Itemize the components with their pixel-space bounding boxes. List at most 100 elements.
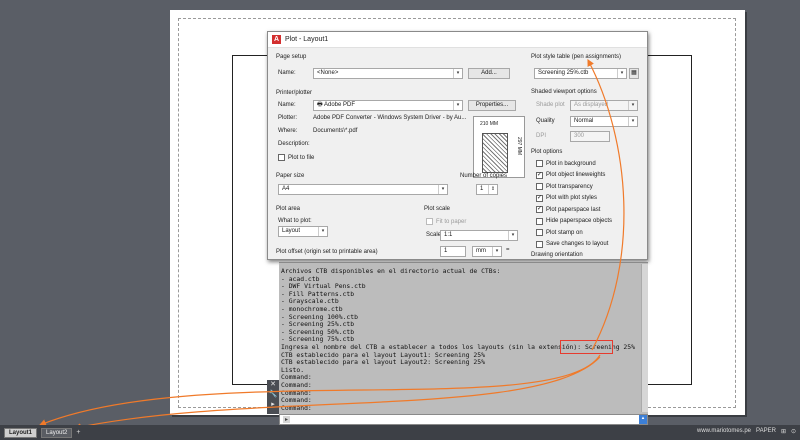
paper-size-heading: Paper size (276, 173, 305, 179)
plotter-label: Plotter: (278, 115, 298, 121)
fit-to-paper-checkbox[interactable]: Fit to paper (426, 218, 466, 225)
plot-option-label: Plot with plot styles (546, 195, 598, 201)
plot-dialog: A Plot - Layout1 Page setup Name: <None>… (267, 31, 648, 260)
page-setup-name-label: Name: (278, 70, 296, 76)
wrench-icon[interactable]: 🔧 (267, 390, 279, 400)
chevron-up-icon[interactable]: ▴ (639, 415, 647, 424)
plot-option-checkbox[interactable]: Plot transparency (536, 183, 593, 190)
plot-option-checkbox[interactable]: Plot stamp on (536, 229, 583, 236)
chevron-down-icon: ▾ (318, 227, 327, 236)
what-to-plot-label: What to plot: (278, 218, 312, 224)
printer-name-label: Name: (278, 102, 296, 108)
drawing-orientation-heading: Drawing orientation (531, 252, 583, 258)
dialog-title: Plot - Layout1 (285, 36, 329, 43)
plot-option-checkbox[interactable]: ✓ Plot with plot styles (536, 194, 598, 202)
chevron-down-icon: ▾ (453, 101, 462, 110)
scale-unit-value: mm (476, 248, 486, 254)
stepper-icon: ⇕ (488, 185, 497, 194)
command-line: Command: (281, 403, 312, 412)
paper-width-label: 210 MM (480, 121, 499, 127)
dpi-input[interactable]: 300 (570, 131, 610, 142)
quality-value: Normal (574, 118, 594, 124)
printer-name-select[interactable]: 🖶 Adobe PDF ▾ (313, 100, 463, 111)
properties-button[interactable]: Properties... (468, 100, 516, 111)
printer-heading: Printer/plotter (276, 90, 313, 96)
plot-area-heading: Plot area (276, 206, 301, 212)
chevron-down-icon: ▾ (617, 69, 626, 78)
scale-unit-select[interactable]: mm ▾ (472, 246, 502, 257)
tab-layout2[interactable]: Layout2 (41, 427, 73, 438)
checkbox-box (536, 183, 543, 190)
command-prompt-icon: ▸ (283, 416, 291, 423)
autocad-logo-icon: A (272, 35, 281, 44)
scale-equals: = (506, 247, 510, 253)
edit-table-icon: ▦ (631, 70, 637, 76)
paper-preview: 210 MM 297 MM (473, 116, 525, 178)
command-history-text: Archivos CTB disponibles en el directori… (279, 263, 648, 412)
page-setup-name-value: <None> (317, 70, 339, 76)
checkbox-box: ✓ (536, 206, 543, 213)
plot-scale-heading: Plot scale (424, 206, 451, 212)
plot-option-label: Plot paperspace last (546, 206, 601, 213)
chevron-down-icon: ▾ (453, 69, 462, 78)
checkbox-box: ✓ (536, 194, 543, 202)
plot-style-table-select[interactable]: Screening 25%.ctb ▾ (534, 68, 627, 79)
add-page-setup-button[interactable]: Add... (468, 68, 510, 79)
add-layout-button[interactable]: + (76, 429, 80, 436)
chevron-down-icon: ▾ (438, 185, 447, 194)
checkbox-box (536, 160, 543, 167)
where-value: Documents\*.pdf (313, 128, 358, 134)
plot-option-label: Plot stamp on (546, 229, 583, 236)
plot-option-label: Plot transparency (546, 183, 593, 190)
paper-size-select[interactable]: A4 ▾ (278, 184, 448, 195)
command-line: Listo. (281, 365, 305, 374)
tab-layout1[interactable]: Layout1 (4, 427, 38, 438)
command-line: Archivos CTB disponibles en el directori… (281, 267, 501, 275)
scale-value: 1:1 (444, 232, 453, 238)
status-bar-right: www.mariotomes.pe PAPER ⊞ ⊙ (697, 428, 796, 435)
plot-to-file-label: Plot to file (288, 154, 315, 161)
plot-option-label: Plot object lineweights (546, 172, 606, 178)
command-line: Command: (281, 388, 312, 397)
pin-icon[interactable]: ▸ (267, 400, 279, 410)
chevron-down-icon: ▾ (508, 231, 517, 240)
paper-height-label: 297 MM (516, 137, 522, 156)
checkbox-box (536, 229, 543, 236)
scale-select[interactable]: 1:1 ▾ (440, 230, 518, 241)
plot-option-checkbox[interactable]: ✓ Plot paperspace last (536, 206, 600, 213)
command-scrollbar[interactable] (641, 264, 648, 412)
plot-style-table-value: Screening 25%.ctb (538, 70, 589, 76)
what-to-plot-select[interactable]: Layout ▾ (278, 226, 328, 237)
snap-icon[interactable]: ⊙ (791, 428, 796, 435)
command-toolbar: ✕ 🔧 ▸ (267, 380, 279, 414)
command-history: Archivos CTB disponibles en el directori… (279, 262, 648, 414)
edit-plot-style-button[interactable]: ▦ (629, 68, 639, 79)
plot-offset-heading: Plot offset (origin set to printable are… (276, 249, 378, 255)
command-line: Command: (281, 380, 312, 389)
plot-option-label: Hide paperspace objects (546, 218, 613, 224)
paper-space-toggle[interactable]: PAPER (756, 428, 776, 435)
checkbox-box (426, 218, 433, 225)
quality-select[interactable]: Normal ▾ (570, 116, 638, 127)
scale-amount-input[interactable]: 1 (440, 246, 466, 257)
close-icon[interactable]: ✕ (267, 380, 279, 390)
plot-option-checkbox[interactable]: Plot in background (536, 160, 596, 167)
grid-icon[interactable]: ⊞ (781, 428, 786, 435)
paper-preview-hatch (482, 133, 508, 173)
dpi-value: 300 (574, 133, 585, 139)
fit-to-paper-label: Fit to paper (436, 218, 467, 225)
copies-stepper[interactable]: 1 ⇕ (476, 184, 498, 195)
checkbox-box (536, 240, 543, 248)
command-input[interactable]: ▸ ▴ (279, 414, 648, 425)
plot-option-label: Plot in background (546, 160, 596, 167)
shade-plot-select[interactable]: As displayed ▾ (570, 100, 638, 111)
plot-option-checkbox[interactable]: Save changes to layout (536, 240, 608, 248)
page-setup-name-select[interactable]: <None> ▾ (313, 68, 463, 79)
what-to-plot-value: Layout (282, 228, 301, 234)
command-line: CTB establecido para el layout Layout2: … (281, 358, 485, 367)
plot-option-checkbox[interactable]: ✓ Plot object lineweights (536, 171, 606, 179)
plot-to-file-checkbox[interactable]: Plot to file (278, 154, 314, 161)
chevron-down-icon: ▾ (628, 101, 637, 110)
plot-option-checkbox[interactable]: Hide paperspace objects (536, 217, 613, 225)
where-label: Where: (278, 128, 298, 134)
